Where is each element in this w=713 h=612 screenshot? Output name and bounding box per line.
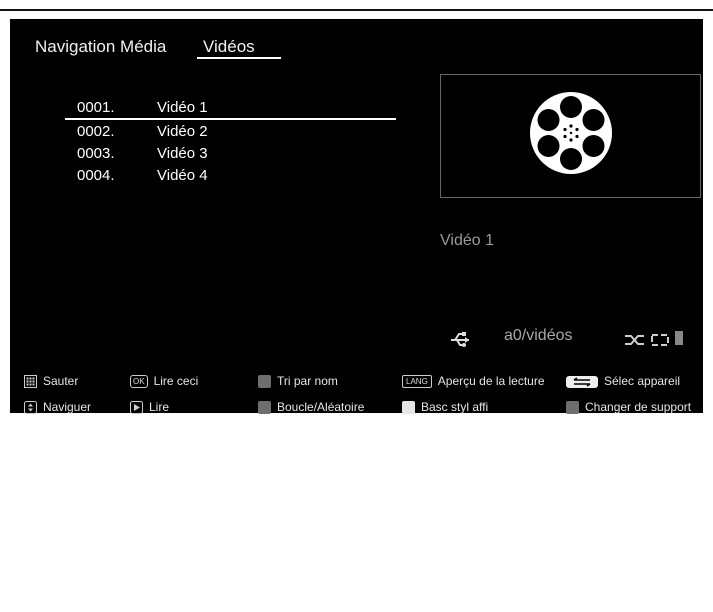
hint-label: Sauter [43, 374, 79, 388]
hint-sauter: Sauter [24, 372, 78, 390]
film-reel-icon [530, 92, 612, 174]
item-name: Vidéo 4 [157, 167, 208, 184]
ok-key-icon: OK [130, 375, 148, 389]
item-number: 0004. [77, 167, 115, 184]
shuffle-icon[interactable] [624, 328, 646, 352]
loop-icon[interactable] [650, 328, 670, 352]
hint-changer-support: Changer de support [566, 398, 691, 416]
hint-label: Sélec appareil [604, 374, 681, 388]
device-path: a0/vidéos [504, 327, 573, 344]
play-key-icon [130, 401, 143, 415]
usb-icon [451, 332, 469, 347]
preview-title: Vidéo 1 [440, 232, 494, 249]
item-number: 0002. [77, 123, 115, 140]
source-key-icon [566, 375, 598, 388]
page-title: Navigation Média [35, 37, 167, 56]
hint-lire: Lire [130, 398, 169, 416]
hint-label: Aperçu de la lecture [437, 374, 545, 388]
hint-label: Basc styl affi [421, 400, 489, 414]
hint-tri-par-nom: Tri par nom [258, 372, 338, 390]
item-name: Vidéo 3 [157, 145, 208, 162]
grid-key-icon [24, 375, 37, 389]
gray-key-icon [566, 401, 579, 415]
gray-key-icon [258, 401, 271, 415]
hint-boucle-aleatoire: Boucle/Aléatoire [258, 398, 364, 416]
hint-label: Boucle/Aléatoire [277, 400, 365, 414]
item-name: Vidéo 1 [157, 99, 208, 116]
selection-indicator [65, 118, 396, 120]
item-name: Vidéo 2 [157, 123, 208, 140]
hint-label: Changer de support [585, 400, 692, 414]
tab-underline [197, 57, 281, 59]
item-number: 0003. [77, 145, 115, 162]
hint-basc-styl-affi: Basc styl affi [402, 398, 488, 416]
status-bar-icon [675, 331, 683, 345]
hint-selec-appareil: Sélec appareil [566, 372, 680, 390]
hint-lire-ceci: OK Lire ceci [130, 372, 198, 390]
hint-label: Naviguer [43, 400, 92, 414]
lang-key-icon: LANG [402, 375, 432, 389]
media-browser-screen: Navigation Média Vidéos 0001. Vidéo 1 00… [10, 19, 703, 416]
white-key-icon [402, 401, 415, 415]
gray-key-icon [258, 375, 271, 389]
hint-label: Lire ceci [153, 374, 199, 388]
hint-label: Lire [149, 400, 170, 414]
updown-key-icon [24, 401, 37, 415]
hint-label: Tri par nom [277, 374, 338, 388]
item-number: 0001. [77, 99, 115, 116]
tab-videos[interactable]: Vidéos [203, 37, 255, 57]
preview-panel [440, 74, 701, 198]
top-rule [0, 9, 713, 11]
hint-apercu: LANG Aperçu de la lecture [402, 372, 545, 390]
hint-naviguer: Naviguer [24, 398, 91, 416]
